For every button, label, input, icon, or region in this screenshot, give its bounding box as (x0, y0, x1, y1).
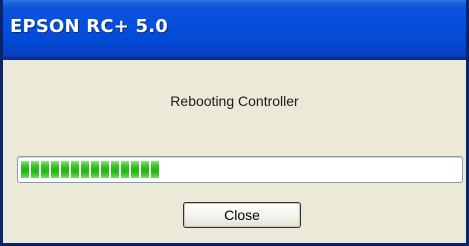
window-title: EPSON RC+ 5.0 (10, 16, 168, 37)
dialog-window: EPSON RC+ 5.0 Rebooting Controller Close (0, 0, 469, 246)
progress-fill (21, 161, 159, 178)
progress-block (51, 161, 59, 178)
progress-block (111, 161, 119, 178)
progress-block (81, 161, 89, 178)
progress-block (41, 161, 49, 178)
progress-block (71, 161, 79, 178)
progress-block (151, 161, 159, 178)
progress-block (131, 161, 139, 178)
progress-block (121, 161, 129, 178)
progress-block (31, 161, 39, 178)
progress-block (61, 161, 69, 178)
progress-block (101, 161, 109, 178)
title-bar[interactable]: EPSON RC+ 5.0 (3, 0, 466, 60)
progress-block (21, 161, 29, 178)
progress-block (141, 161, 149, 178)
progress-bar (17, 156, 463, 183)
close-button[interactable]: Close (183, 202, 301, 228)
status-message: Rebooting Controller (170, 93, 299, 109)
progress-block (91, 161, 99, 178)
